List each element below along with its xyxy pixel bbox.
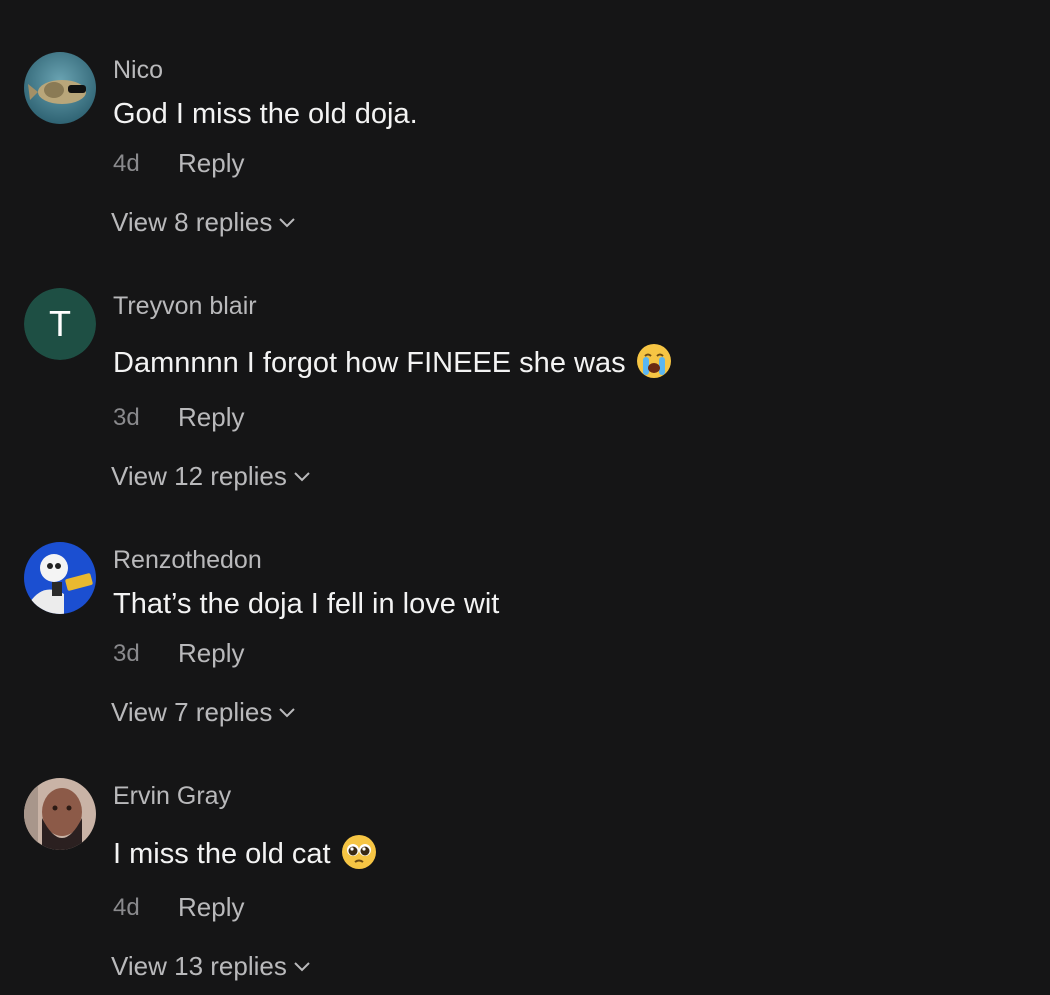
comment-item: Ervin Gray I miss the old cat 4d Reply V…	[0, 0, 1050, 981]
view-replies-button[interactable]: View 7 replies	[111, 697, 296, 727]
user-avatar[interactable]: T	[24, 288, 96, 360]
reply-button[interactable]: Reply	[178, 892, 244, 922]
view-replies-label: View 12 replies	[111, 461, 287, 491]
chevron-down-icon	[279, 708, 296, 718]
view-replies-button[interactable]: View 12 replies	[111, 461, 311, 491]
comment-username[interactable]: Ervin Gray	[113, 781, 231, 811]
user-avatar[interactable]	[24, 778, 96, 850]
anime-character-avatar-image	[24, 542, 96, 614]
comment-text: That’s the doja I fell in love wit	[113, 588, 500, 620]
comment-username[interactable]: Renzothedon	[113, 545, 262, 575]
comment-username[interactable]: Treyvon blair	[113, 291, 257, 321]
chevron-down-icon	[294, 962, 310, 972]
person-avatar-image	[24, 778, 96, 850]
loudly-crying-face-icon	[636, 344, 671, 378]
user-avatar[interactable]	[24, 542, 96, 614]
pleading-face-icon	[341, 835, 376, 869]
comment-text-body: Damnnnn I forgot how FINEEE she was	[113, 347, 626, 379]
comment-timestamp: 3d	[113, 404, 140, 431]
view-replies-label: View 13 replies	[111, 951, 287, 981]
reply-button[interactable]: Reply	[178, 638, 244, 668]
comment-text-body: I miss the old cat	[113, 838, 331, 870]
comment-text: Damnnnn I forgot how FINEEE she was	[113, 343, 672, 381]
comment-timestamp: 3d	[113, 640, 140, 667]
reply-button[interactable]: Reply	[178, 402, 244, 432]
avatar-initial: T	[24, 288, 96, 360]
view-replies-label: View 7 replies	[111, 697, 273, 727]
chevron-down-icon	[294, 472, 310, 482]
comment-timestamp: 4d	[113, 894, 140, 921]
view-replies-button[interactable]: View 13 replies	[111, 951, 311, 981]
comment-text: I miss the old cat	[113, 834, 377, 872]
